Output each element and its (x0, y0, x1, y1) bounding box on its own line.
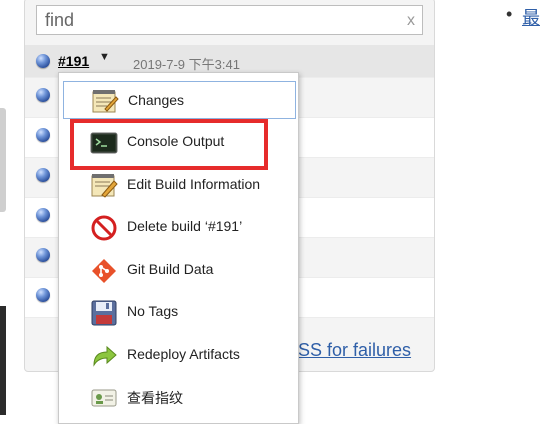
annotation-highlight-box (70, 119, 268, 170)
menu-item-label: Changes (128, 92, 185, 108)
left-edge-dark-panel (0, 306, 6, 415)
menu-item-changes[interactable]: Changes (63, 81, 296, 119)
menu-item-label: Edit Build Information (127, 176, 261, 192)
menu-item-redeploy-artifacts[interactable]: Redeploy Artifacts (59, 336, 298, 374)
right-column-link[interactable]: 最 (522, 4, 540, 30)
dropdown-caret-icon[interactable]: ▼ (99, 51, 110, 63)
rss-failures-link[interactable]: SS for failures (298, 340, 411, 361)
menu-item-label: Git Build Data (127, 261, 214, 277)
search-box: x (36, 5, 423, 35)
menu-item-no-tags[interactable]: No Tags (59, 293, 298, 331)
left-edge-scrollbar[interactable] (0, 108, 6, 212)
redeploy-arrow-icon (90, 343, 118, 369)
menu-item-label: No Tags (127, 303, 179, 319)
menu-item-fingerprints[interactable]: 查看指纹 (59, 378, 298, 416)
menu-item-edit-build-information[interactable]: Edit Build Information (59, 166, 298, 204)
git-icon (90, 258, 118, 284)
fingerprint-card-icon (90, 385, 118, 411)
clear-search-icon[interactable]: x (407, 12, 415, 30)
no-entry-icon (90, 215, 118, 241)
blue-ball-icon (36, 208, 50, 222)
menu-item-delete-build[interactable]: Delete build ‘#191’ (59, 208, 298, 246)
blue-ball-icon (36, 128, 50, 142)
build-time: 2019-7-9 下午3:41 (133, 57, 240, 72)
floppy-disk-icon (90, 300, 118, 326)
menu-item-git-build-data[interactable]: Git Build Data (59, 251, 298, 289)
blue-ball-icon (36, 54, 50, 68)
blue-ball-icon (36, 168, 50, 182)
menu-item-label: Redeploy Artifacts (127, 346, 240, 362)
blue-ball-icon (36, 288, 50, 302)
menu-item-label: Delete build ‘#191’ (127, 218, 243, 234)
search-input[interactable] (37, 6, 393, 34)
blue-ball-icon (36, 88, 50, 102)
notepad-icon (91, 89, 119, 115)
menu-item-label: 查看指纹 (127, 390, 183, 406)
build-number-link[interactable]: #191 (58, 53, 89, 69)
bullet-icon: • (506, 4, 513, 24)
notepad-edit-icon (90, 173, 118, 199)
blue-ball-icon (36, 248, 50, 262)
